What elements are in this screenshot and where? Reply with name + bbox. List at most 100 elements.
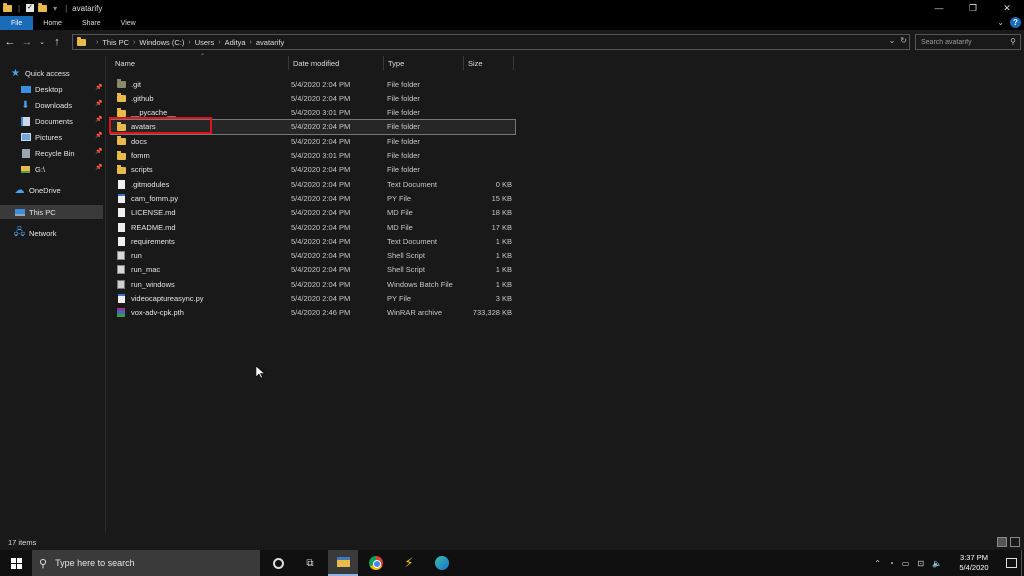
expand-ribbon-icon[interactable]: ⌄ <box>997 18 1004 27</box>
breadcrumb-users[interactable]: Users <box>195 38 215 47</box>
file-row[interactable]: docs 5/4/2020 2:04 PM File folder <box>111 134 515 148</box>
file-row[interactable]: .github 5/4/2020 2:04 PM File folder <box>111 91 515 105</box>
minimize-button[interactable]: — <box>922 0 956 16</box>
file-row[interactable]: scripts 5/4/2020 2:04 PM File folder <box>111 163 515 177</box>
file-name-cell[interactable]: docs <box>117 134 147 148</box>
notifications-icon[interactable] <box>1006 558 1017 568</box>
search-box[interactable]: ⚲ <box>915 34 1021 50</box>
network-icon[interactable]: ⊡ <box>917 559 924 568</box>
sidebar-item-pictures[interactable]: Pictures <box>20 130 62 144</box>
taskbar-search[interactable]: ⚲ Type here to search <box>32 550 260 576</box>
clock[interactable]: 3:37 PM 5/4/2020 <box>952 553 996 573</box>
volume-icon[interactable]: 🔈 <box>932 559 942 568</box>
wifi-icon[interactable]: ◔ <box>889 559 894 568</box>
chevron-right-icon[interactable]: › <box>96 39 98 46</box>
forward-arrow-icon[interactable]: → <box>20 36 34 48</box>
large-icons-view-icon[interactable] <box>1010 537 1020 547</box>
pin-icon[interactable]: 📌 <box>95 148 102 155</box>
taskbar-file-explorer[interactable] <box>328 550 358 576</box>
file-row[interactable]: cam_fomm.py 5/4/2020 2:04 PM PY File 15 KB <box>111 191 515 205</box>
sidebar-item-desktop[interactable]: Desktop <box>20 82 63 96</box>
details-view-icon[interactable] <box>997 537 1007 547</box>
file-name-cell[interactable]: .github <box>117 91 154 105</box>
up-arrow-icon[interactable]: ↑ <box>50 36 64 48</box>
taskbar-app-bolt[interactable]: ⚡ <box>394 550 424 576</box>
recent-locations-icon[interactable]: ⌄ <box>37 38 47 46</box>
taskbar-edge[interactable] <box>427 550 457 576</box>
pin-icon[interactable]: 📌 <box>95 132 102 139</box>
breadcrumb-aditya[interactable]: Aditya <box>225 38 246 47</box>
start-button[interactable] <box>0 550 32 576</box>
cortana-button[interactable] <box>263 550 293 576</box>
chevron-right-icon[interactable]: › <box>250 39 252 46</box>
chevron-down-icon[interactable]: ⌄ <box>889 36 896 45</box>
maximize-button[interactable]: ❐ <box>956 0 990 16</box>
file-row[interactable]: .git 5/4/2020 2:04 PM File folder <box>111 77 515 91</box>
pin-icon[interactable]: 📌 <box>95 116 102 123</box>
tab-file[interactable]: File <box>0 16 34 30</box>
file-name-cell[interactable]: README.md <box>117 220 176 234</box>
chevron-up-icon[interactable]: ⌃ <box>874 559 881 568</box>
file-row[interactable]: run_windows 5/4/2020 2:04 PM Windows Batch… <box>111 277 515 291</box>
pin-icon[interactable]: 📌 <box>95 100 102 107</box>
file-name-cell[interactable]: fomm <box>117 149 150 163</box>
tab-view[interactable]: View <box>111 16 146 30</box>
file-row[interactable]: vox-adv-cpk.pth 5/4/2020 2:46 PM WinRAR ar… <box>111 306 515 320</box>
tab-home[interactable]: Home <box>33 16 72 30</box>
task-view-button[interactable]: ⧉ <box>295 550 325 576</box>
file-name-cell[interactable]: .git <box>117 77 141 91</box>
file-name-cell[interactable]: cam_fomm.py <box>117 191 178 205</box>
taskbar-chrome[interactable] <box>361 550 391 576</box>
pane-divider[interactable] <box>105 56 106 532</box>
sidebar-item-quick-access[interactable]: ★ Quick access <box>10 66 70 80</box>
tab-share[interactable]: Share <box>72 16 111 30</box>
pin-icon[interactable]: 📌 <box>95 164 102 171</box>
sidebar-item-g-drive[interactable]: G:\ <box>20 162 45 176</box>
address-bar[interactable]: › This PC › Windows (C:) › Users › Adity… <box>72 34 910 50</box>
file-row[interactable]: requirements 5/4/2020 2:04 PM Text Documen… <box>111 234 515 248</box>
sidebar-item-documents[interactable]: Documents <box>20 114 73 128</box>
file-row[interactable]: run_mac 5/4/2020 2:04 PM Shell Script 1 KB <box>111 263 515 277</box>
close-button[interactable]: ✕ <box>990 0 1024 16</box>
sidebar-item-recycle-bin[interactable]: Recycle Bin <box>20 146 75 160</box>
help-icon[interactable]: ? <box>1010 17 1021 28</box>
new-folder-icon[interactable] <box>38 2 48 12</box>
file-name-cell[interactable]: videocaptureasync.py <box>117 292 204 306</box>
breadcrumb-windows-c[interactable]: Windows (C:) <box>139 38 184 47</box>
column-header-date[interactable]: Date modified <box>289 56 384 70</box>
search-input[interactable] <box>921 38 1009 46</box>
file-name-cell[interactable]: run_mac <box>117 263 160 277</box>
file-row[interactable]: videocaptureasync.py 5/4/2020 2:04 PM PY F… <box>111 292 515 306</box>
file-name-cell[interactable]: run_windows <box>117 277 175 291</box>
chevron-right-icon[interactable]: › <box>218 39 220 46</box>
refresh-icon[interactable]: ↻ <box>900 36 907 45</box>
file-name-cell[interactable]: run <box>117 249 142 263</box>
pin-icon[interactable]: 📌 <box>95 84 102 91</box>
file-row[interactable]: run 5/4/2020 2:04 PM Shell Script 1 KB <box>111 249 515 263</box>
file-row[interactable]: .gitmodules 5/4/2020 2:04 PM Text Document… <box>111 177 515 191</box>
file-name-cell[interactable]: requirements <box>117 234 175 248</box>
chevron-right-icon[interactable]: › <box>188 39 190 46</box>
column-header-size[interactable]: Size <box>464 56 514 70</box>
file-name-cell[interactable]: .gitmodules <box>117 177 169 191</box>
column-header-name[interactable]: Name <box>111 56 289 70</box>
sidebar-item-network[interactable]: 🖧 Network <box>14 226 57 240</box>
search-icon[interactable]: ⚲ <box>1010 37 1016 46</box>
chevron-right-icon[interactable]: › <box>133 39 135 46</box>
file-name-cell[interactable]: scripts <box>117 163 153 177</box>
sidebar-item-downloads[interactable]: ⬇ Downloads <box>20 98 72 112</box>
customize-toolbar-icon[interactable]: ▾ <box>53 4 57 13</box>
file-row[interactable]: fomm 5/4/2020 3:01 PM File folder <box>111 149 515 163</box>
breadcrumb-this-pc[interactable]: This PC <box>102 38 129 47</box>
sidebar-item-onedrive[interactable]: ☁ OneDrive <box>14 183 61 197</box>
battery-icon[interactable]: ▭ <box>902 559 910 568</box>
sidebar-item-this-pc[interactable]: This PC <box>0 205 103 219</box>
back-arrow-icon[interactable]: ← <box>3 36 17 48</box>
column-header-type[interactable]: Type <box>384 56 464 70</box>
file-name-cell[interactable]: vox-adv-cpk.pth <box>117 306 184 320</box>
breadcrumb-avatarify[interactable]: avatarify <box>256 38 284 47</box>
file-row[interactable]: README.md 5/4/2020 2:04 PM MD File 17 KB <box>111 220 515 234</box>
properties-icon[interactable]: ✓ <box>26 4 35 12</box>
file-row[interactable]: LICENSE.md 5/4/2020 2:04 PM MD File 18 KB <box>111 206 515 220</box>
file-name-cell[interactable]: LICENSE.md <box>117 206 176 220</box>
